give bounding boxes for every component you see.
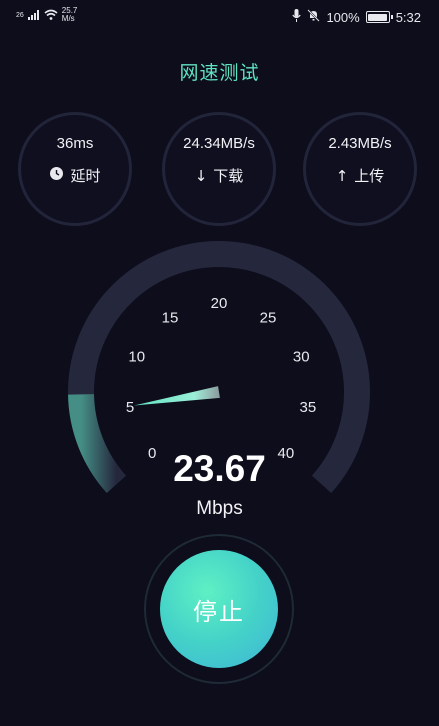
- gauge-tick-labels: 0510152025303540: [126, 295, 316, 462]
- stop-button[interactable]: 停止: [160, 550, 278, 668]
- gauge-tick-label: 15: [162, 310, 179, 327]
- gauge-tick-label: 30: [293, 348, 310, 365]
- stop-button-label: 停止: [193, 597, 245, 626]
- gauge-tick-label: 25: [260, 310, 277, 327]
- gauge-tick-label: 10: [128, 348, 145, 365]
- gauge-tick-label: 5: [126, 399, 134, 416]
- gauge-tick-label: 35: [300, 399, 317, 416]
- gauge-needle: [134, 386, 220, 406]
- speed-reading: 23.67: [173, 448, 266, 489]
- gauge-tick-label: 20: [211, 295, 228, 312]
- speed-unit: Mbps: [196, 498, 243, 519]
